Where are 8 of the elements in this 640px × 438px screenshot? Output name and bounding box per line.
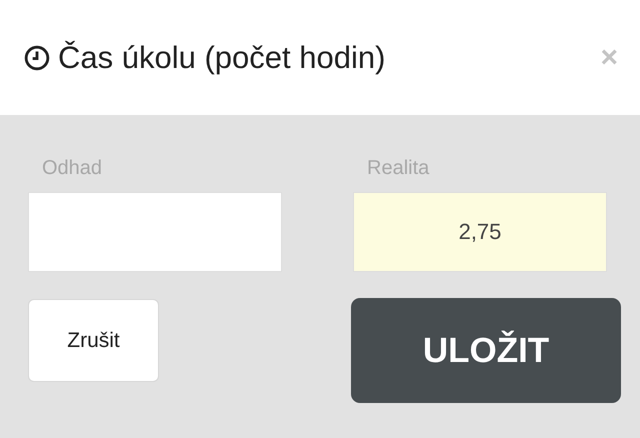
field-label: Odhad (42, 157, 104, 180)
field-label: Realita (367, 157, 430, 180)
cancel-button[interactable]: Zrušit (28, 299, 159, 382)
dialog-title: Čas úkolu (počet hodin) (58, 40, 386, 76)
input-field[interactable]: 2,75 (353, 192, 607, 272)
input-field[interactable] (28, 192, 282, 272)
save-button[interactable]: ULOŽIT (351, 298, 621, 403)
clock-icon (24, 44, 50, 70)
